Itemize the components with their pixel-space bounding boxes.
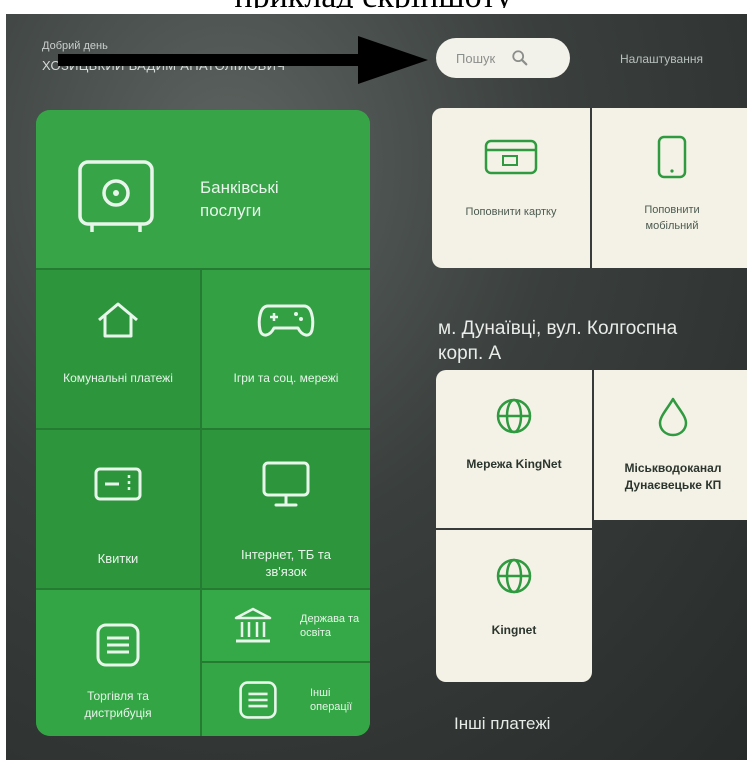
search-icon <box>512 50 528 66</box>
settings-link[interactable]: Налаштування <box>620 52 703 66</box>
tile-internet-label: Інтернет, ТБ та зв'язок <box>241 547 331 579</box>
address-heading: м. Дунаївці, вул. Колгоспна корп. А <box>438 316 677 366</box>
tile-tickets[interactable]: Квитки <box>36 430 202 590</box>
terminal-screen: Добрий день ХОЗИЦЬКИЙ ВАДИМ АНАТОЛІЙОВИЧ… <box>6 14 747 760</box>
provider-tile[interactable]: Kingnet <box>436 530 592 682</box>
list-box-icon <box>239 680 277 719</box>
tile-other-operations[interactable]: Інші операції <box>202 663 370 736</box>
address-line-2: корп. А <box>438 343 502 364</box>
topup-mobile-button[interactable]: Поповнити мобільний <box>592 108 747 268</box>
list-box-icon <box>96 623 140 667</box>
tile-bank-label: Банківські послуги <box>200 178 279 220</box>
topup-mobile-label: Поповнити мобільний <box>644 204 700 232</box>
category-panel: Банківські послуги Комунальні платежі Іг… <box>36 110 370 736</box>
monitor-icon <box>262 461 310 507</box>
tile-internet-tv[interactable]: Інтернет, ТБ та зв'язок <box>202 430 370 590</box>
other-payments-heading: Інші платежі <box>454 714 551 733</box>
provider-tile[interactable]: Мережа KingNet <box>436 370 592 528</box>
tile-gov-label: Держава та освіта <box>300 612 360 639</box>
tile-utilities[interactable]: Комунальні платежі <box>36 270 202 430</box>
search-input[interactable]: Пошук <box>436 38 570 78</box>
house-icon <box>98 302 138 338</box>
tile-games-label: Ігри та соц. мережі <box>233 371 339 385</box>
topup-card-label: Поповнити картку <box>465 206 557 218</box>
tile-trade[interactable]: Торгівля та дистрибуція <box>36 590 202 736</box>
globe-icon <box>496 558 532 594</box>
address-line-1: м. Дунаївці, вул. Колгоспна <box>438 318 678 339</box>
tile-other-ops-label: Інші операції <box>310 686 353 713</box>
provider-label: Мережа KingNet <box>466 457 562 471</box>
globe-icon <box>496 398 532 434</box>
tile-government-education[interactable]: Держава та освіта <box>202 590 370 663</box>
institution-icon <box>234 607 272 642</box>
tile-utilities-label: Комунальні платежі <box>63 371 173 385</box>
tile-trade-label: Торгівля та дистрибуція <box>84 689 152 720</box>
search-placeholder: Пошук <box>456 50 496 66</box>
gamepad-icon <box>257 304 315 337</box>
tile-games-social[interactable]: Ігри та соц. мережі <box>202 270 370 430</box>
ticket-icon <box>94 467 142 501</box>
topup-card-button[interactable]: Поповнити картку <box>432 108 590 268</box>
safe-icon <box>78 160 154 232</box>
provider-tile[interactable]: Міськводоканал Дунаєвецьке КП <box>594 370 747 520</box>
arrow-annotation-icon <box>58 36 428 84</box>
tile-tickets-label: Квитки <box>97 551 139 566</box>
water-drop-icon <box>658 397 688 437</box>
tile-bank-services[interactable]: Банківські послуги <box>36 110 370 270</box>
caption-text: приклад скріншоту <box>0 0 747 8</box>
provider-label: Kingnet <box>491 623 537 637</box>
phone-icon <box>657 135 687 179</box>
provider-label: Міськводоканал Дунаєвецьке КП <box>624 461 722 492</box>
bank-card-icon <box>484 139 538 175</box>
